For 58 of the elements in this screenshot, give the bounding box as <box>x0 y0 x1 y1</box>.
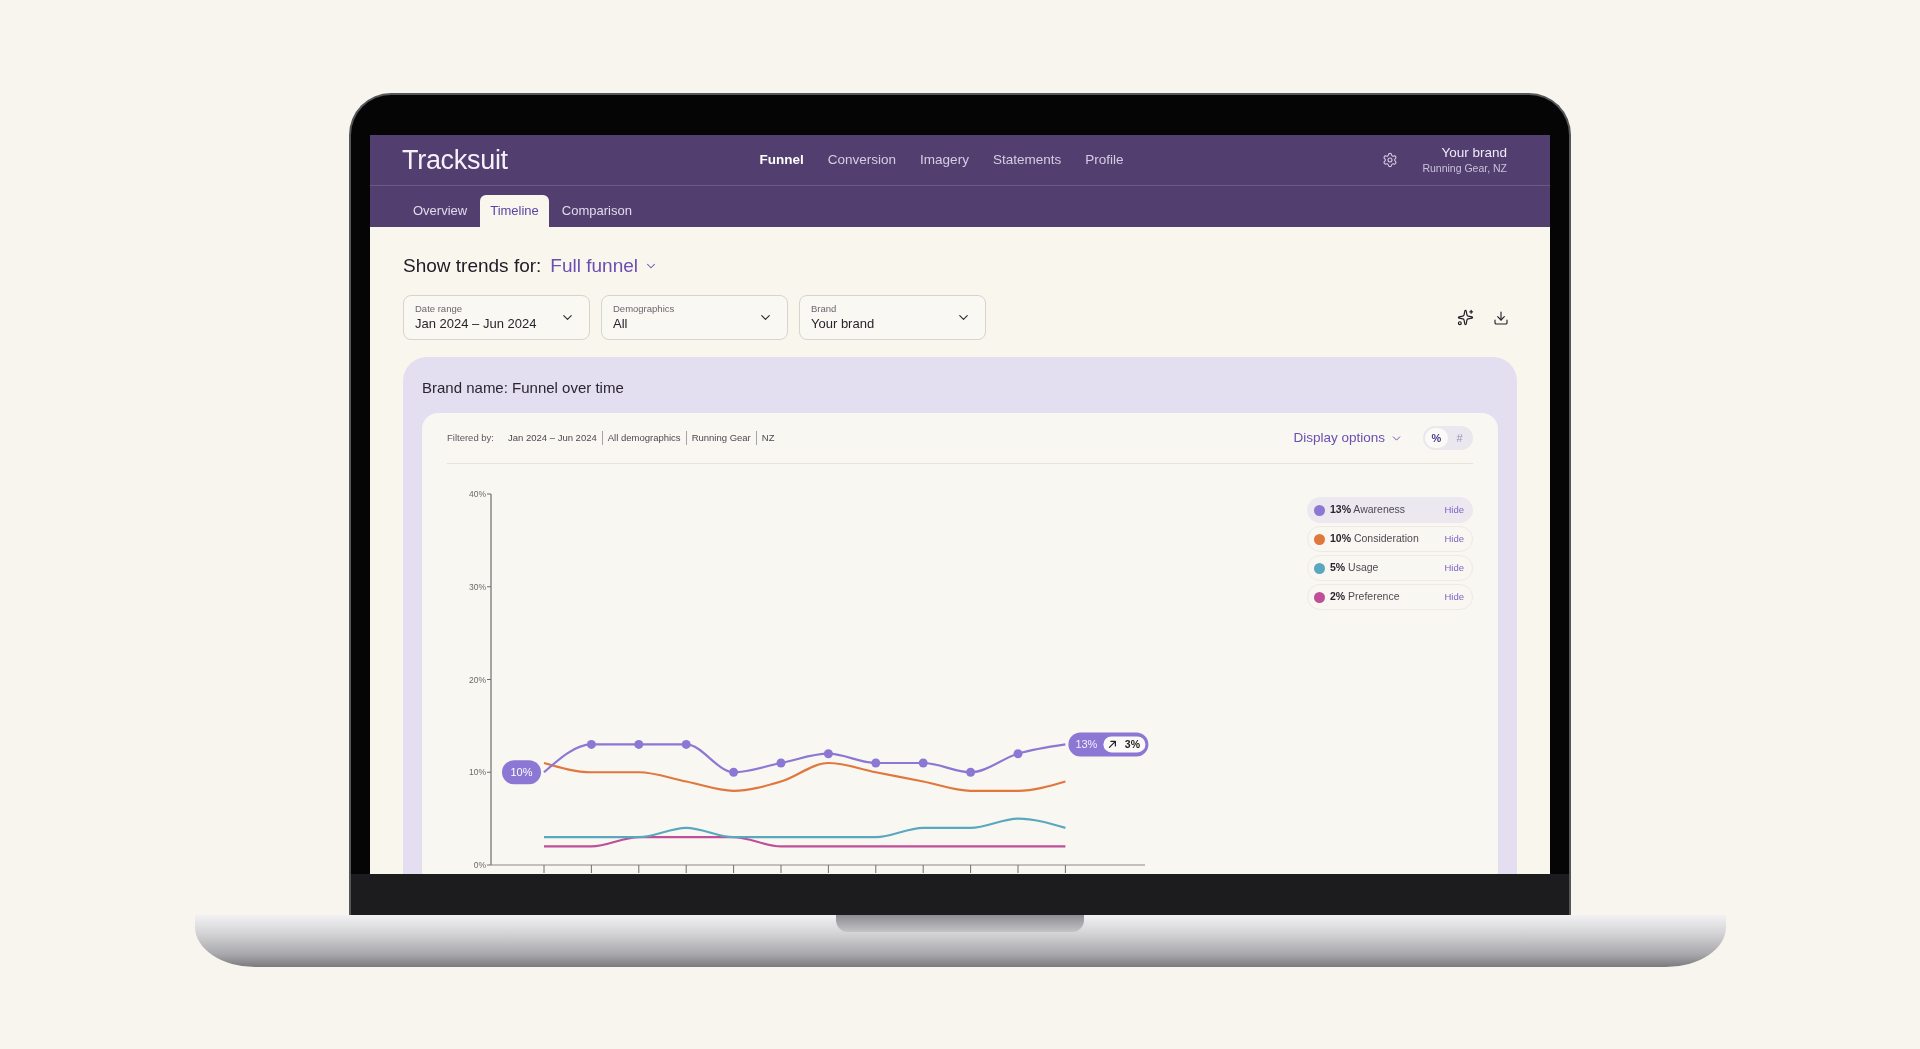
filter-value: Running Gear <box>685 431 756 445</box>
hide-button[interactable]: Hide <box>1444 589 1464 605</box>
sub-tab[interactable]: Comparison <box>551 195 642 227</box>
legend-label: 2% Preference <box>1330 589 1400 605</box>
app-logo: Tracksuit <box>402 144 508 175</box>
arrow-up-right-icon <box>1108 740 1116 749</box>
y-tick-label: 40% <box>469 489 486 499</box>
sub-tab[interactable]: Overview <box>403 195 478 227</box>
nav-link[interactable]: Funnel <box>753 145 810 175</box>
data-point <box>871 758 881 768</box>
y-tick-label: 30% <box>469 581 486 592</box>
card-title: Brand name: Funnel over time <box>422 378 625 398</box>
settings-icon[interactable] <box>1382 152 1399 168</box>
filter-value: NZ <box>755 431 780 445</box>
nav-link[interactable]: Statements <box>986 145 1068 175</box>
trends-label: Show trends for: <box>403 253 542 278</box>
data-point <box>681 739 691 749</box>
legend-label: 5% Usage <box>1330 560 1379 576</box>
hide-button[interactable]: Hide <box>1444 502 1464 518</box>
data-point <box>918 758 928 768</box>
display-options-button[interactable]: Display options <box>1293 427 1403 449</box>
filter-dropdown[interactable]: Demographics All <box>601 295 788 340</box>
download-icon <box>1493 309 1509 326</box>
y-tick-label: 20% <box>469 674 486 685</box>
data-point <box>966 767 976 777</box>
brand-name: Your brand <box>1441 145 1507 161</box>
end-value-text: 13% <box>1075 738 1098 751</box>
legend-item[interactable]: 13% Awareness Hide <box>1307 497 1473 523</box>
filter-dropdown[interactable]: Date range Jan 2024 – Jun 2024 <box>403 295 590 340</box>
start-value-badge: 10% <box>502 760 541 785</box>
nav-link[interactable]: Profile <box>1079 145 1130 175</box>
nav-link[interactable]: Imagery <box>914 145 975 175</box>
data-point <box>586 739 596 749</box>
filtered-by-label: Filtered by: <box>447 430 494 445</box>
data-point <box>729 767 739 777</box>
download-button[interactable] <box>1493 309 1509 326</box>
hide-button[interactable]: Hide <box>1444 531 1464 547</box>
legend-label: 13% Awareness <box>1330 502 1406 518</box>
y-tick-label: 0% <box>473 860 486 870</box>
nav-link[interactable]: Conversion <box>821 145 903 175</box>
data-point <box>776 758 786 768</box>
sparkles-button[interactable] <box>1457 309 1474 326</box>
data-point <box>823 749 833 759</box>
sparkles-icon <box>1457 309 1474 326</box>
sub-tab[interactable]: Timeline <box>480 195 549 227</box>
data-point <box>1013 749 1023 759</box>
brand-detail: Running Gear, NZ <box>1422 161 1507 175</box>
filter-value: All demographics <box>601 431 686 445</box>
annotation: 10% <box>510 766 533 779</box>
legend-label: 10% Consideration <box>1330 531 1419 547</box>
filter-dropdown[interactable]: Brand Your brand <box>799 295 986 340</box>
filter-value: Jan 2024 – Jun 2024 <box>507 431 598 445</box>
funnel-dropdown[interactable]: Full funnel <box>550 251 658 281</box>
hide-button[interactable]: Hide <box>1444 560 1464 576</box>
unit-toggle-option[interactable]: % <box>1425 428 1448 448</box>
y-tick-label: 10% <box>469 767 486 778</box>
change-text: 3% <box>1124 738 1140 751</box>
data-point <box>634 739 644 749</box>
